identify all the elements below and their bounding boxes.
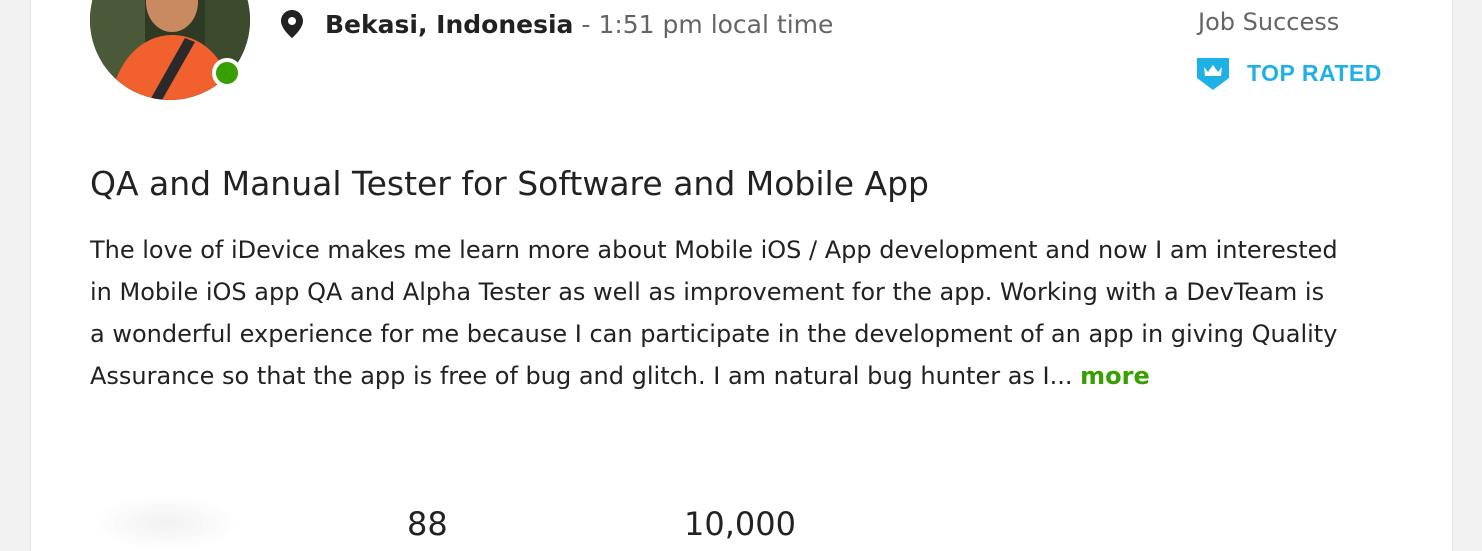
description-text: The love of iDevice makes me learn more … (90, 236, 1338, 390)
job-success-label: Job Success (1198, 8, 1340, 36)
more-link[interactable]: more (1080, 362, 1150, 390)
location-row: Bekasi, Indonesia - 1:51 pm local time (281, 8, 833, 40)
freelancer-profile-card: Bekasi, Indonesia - 1:51 pm local time J… (30, 0, 1453, 551)
top-rated-shield-icon (1197, 58, 1229, 90)
profile-description: The love of iDevice makes me learn more … (90, 229, 1340, 397)
location-text: Bekasi, Indonesia (325, 9, 574, 39)
faded-thumbnail (91, 495, 241, 551)
local-time: 1:51 pm local time (598, 9, 834, 39)
online-status-indicator (212, 58, 242, 88)
stat-value-first: 88 (407, 505, 448, 543)
location-separator: - (581, 9, 591, 39)
top-rated-badge[interactable]: TOP RATED (1197, 56, 1382, 90)
location-pin-icon (281, 10, 303, 38)
profile-title[interactable]: QA and Manual Tester for Software and Mo… (90, 164, 929, 203)
top-rated-label: TOP RATED (1247, 59, 1382, 86)
stat-value-second: 10,000 (684, 505, 796, 543)
